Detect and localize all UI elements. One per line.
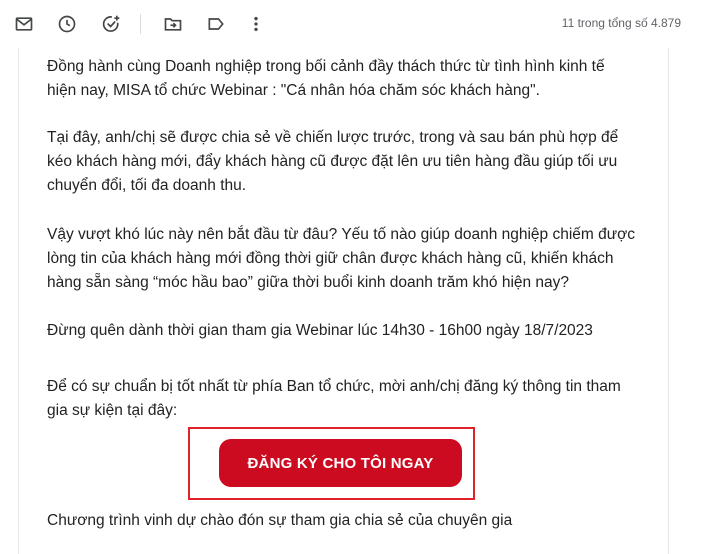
email-paragraph-intro: Đồng hành cùng Doanh nghiệp trong bối cả… xyxy=(47,58,605,99)
more-vert-icon[interactable] xyxy=(244,12,268,36)
toolbar-separator xyxy=(140,14,141,34)
email-paragraph-content: Tại đây, anh/chị sẽ được chia sẻ về chiế… xyxy=(47,129,619,194)
message-toolbar: 11 trong tổng số 4.879 xyxy=(0,0,703,48)
email-paragraph-question: Vậy vượt khó lúc này nên bắt đầu từ đâu?… xyxy=(47,226,636,291)
email-left-border xyxy=(18,48,19,554)
register-now-button[interactable]: ĐĂNG KÝ CHO TÔI NGAY xyxy=(219,439,462,487)
label-icon[interactable] xyxy=(204,12,228,36)
email-paragraph-register: Để có sự chuẩn bị tốt nhất từ phía Ban t… xyxy=(47,378,621,419)
clock-icon[interactable] xyxy=(55,12,79,36)
message-counter: 11 trong tổng số 4.879 xyxy=(561,16,681,30)
email-paragraph-schedule: Đừng quên dành thời gian tham gia Webina… xyxy=(47,322,593,339)
email-paragraph-speaker: Chương trình vinh dự chào đón sự tham gi… xyxy=(47,512,513,529)
add-task-icon[interactable] xyxy=(99,12,123,36)
move-to-icon[interactable] xyxy=(161,12,185,36)
mail-icon[interactable] xyxy=(12,12,36,36)
email-right-border xyxy=(668,48,669,554)
